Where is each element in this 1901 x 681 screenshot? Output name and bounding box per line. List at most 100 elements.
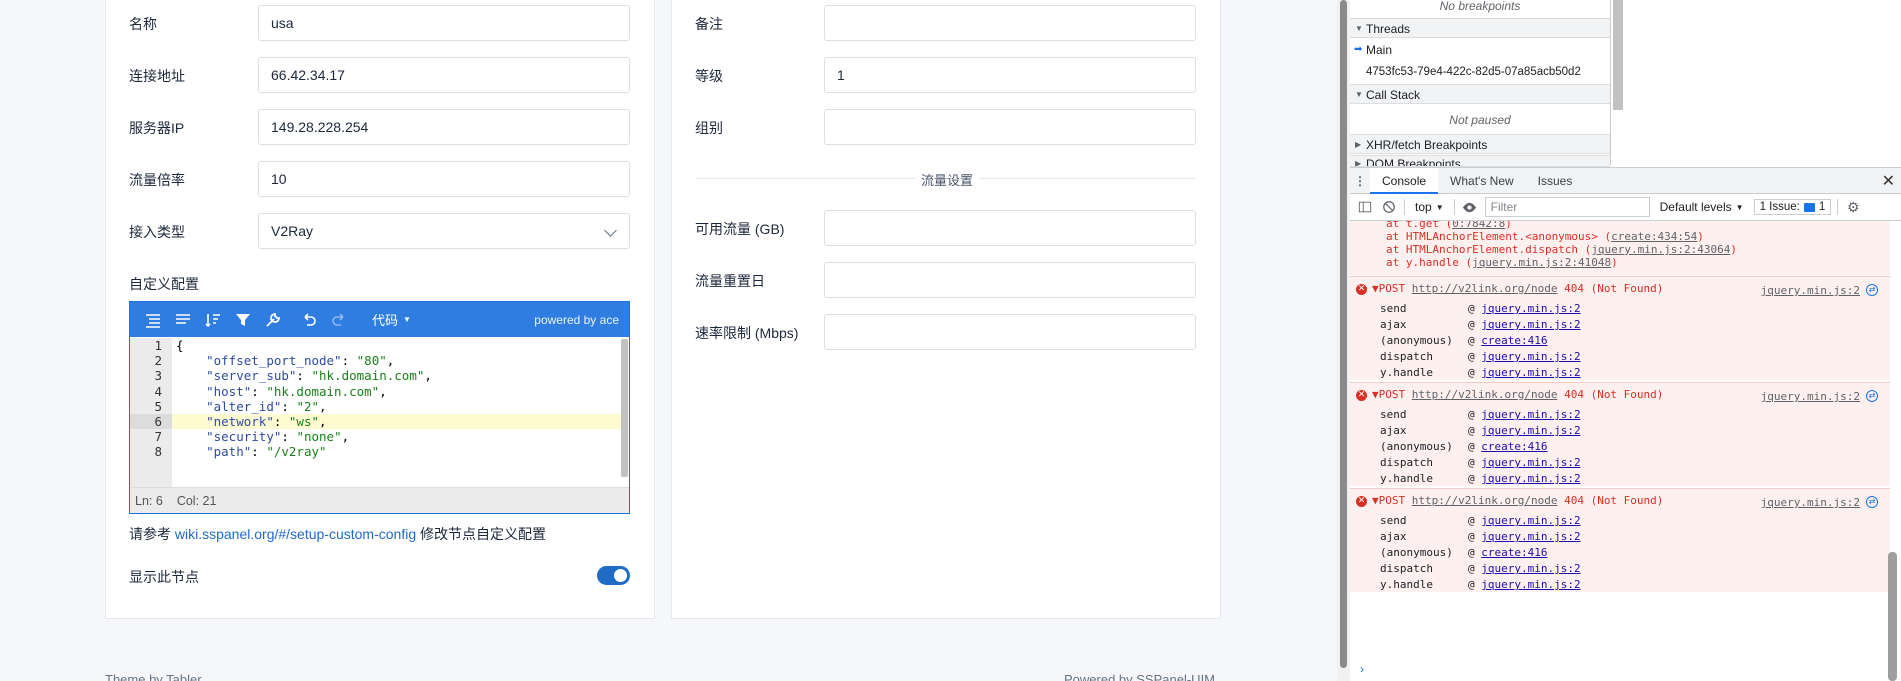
stack-link[interactable]: jquery.min.js:2:41048 [1472, 256, 1611, 269]
issues-counter[interactable]: 1 Issue: 1 [1753, 199, 1832, 215]
message-source-link[interactable]: jquery.min.js:2 [1761, 496, 1860, 509]
dom-breakpoints-section[interactable]: ▶ DOM Breakpoints [1350, 155, 1610, 167]
debugger-scrollbar[interactable] [1613, 0, 1623, 110]
group-input[interactable] [824, 109, 1196, 145]
console-scrollbar[interactable] [1888, 552, 1897, 681]
tab-whats-new[interactable]: What's New [1438, 168, 1526, 194]
page-scrollbar-thumb[interactable] [1340, 0, 1347, 668]
repair-wrench-icon[interactable] [258, 302, 288, 337]
frame-source-link[interactable]: jquery.min.js:2 [1481, 350, 1580, 363]
frame-source-link[interactable]: create:416 [1481, 546, 1547, 559]
code-line[interactable]: 2 "offset_port_node": "80", [130, 353, 621, 368]
traffic-rate-input[interactable]: 10 [258, 161, 630, 197]
frame-source-link[interactable]: create:416 [1481, 440, 1547, 453]
access-type-select[interactable]: V2Ray [258, 213, 630, 249]
tab-console[interactable]: Console [1370, 167, 1439, 194]
network-request-icon[interactable]: ⇄ [1866, 390, 1878, 402]
sort-icon[interactable] [198, 302, 228, 337]
xhr-breakpoints-section[interactable]: ▶ XHR/fetch Breakpoints [1350, 134, 1610, 154]
code-line[interactable]: 3 "server_sub": "hk.domain.com", [130, 368, 621, 383]
code-line[interactable]: 8 "path": "/v2ray" [130, 444, 621, 459]
code-line[interactable]: 6 "network": "ws", [130, 414, 621, 429]
console-prompt-chevron-icon[interactable]: › [1360, 662, 1364, 676]
more-vert-icon[interactable]: ⋮ [1350, 174, 1370, 188]
error-header[interactable]: ▼POST http://v2link.org/node 404 (Not Fo… [1372, 494, 1663, 508]
code-line[interactable]: 1{ [130, 338, 621, 353]
available-traffic-input[interactable] [824, 210, 1196, 246]
devtools-panel: No breakpoints ▼ Threads ➡ Main 4753fc53… [1350, 0, 1901, 681]
remark-input[interactable] [824, 5, 1196, 41]
frame-source-link[interactable]: jquery.min.js:2 [1481, 456, 1580, 469]
gear-icon[interactable]: ⚙ [1844, 198, 1862, 216]
powered-by-ace: powered by ace [534, 312, 619, 327]
frame-source-link[interactable]: jquery.min.js:2 [1481, 424, 1580, 437]
sidebar-toggle-icon[interactable] [1356, 198, 1374, 216]
frame-source-link[interactable]: jquery.min.js:2 [1481, 318, 1580, 331]
frame-source-link[interactable]: create:416 [1481, 334, 1547, 347]
worker-thread[interactable]: 4753fc53-79e4-422c-82d5-07a85acb50d2 [1350, 62, 1610, 82]
compact-icon[interactable] [168, 302, 198, 337]
triangle-right-icon: ▶ [1355, 140, 1362, 149]
call-stack-section[interactable]: ▼ Call Stack [1350, 84, 1610, 104]
code-line[interactable]: 4 "host": "hk.domain.com", [130, 384, 621, 399]
log-levels-dropdown[interactable]: Default levels ▼ [1656, 200, 1748, 214]
threads-section[interactable]: ▼ Threads [1350, 18, 1610, 38]
mode-dropdown[interactable]: 代码 ▼ [372, 310, 411, 329]
request-url[interactable]: http://v2link.org/node [1412, 282, 1558, 295]
level-input[interactable]: 1 [824, 57, 1196, 93]
tab-issues[interactable]: Issues [1526, 168, 1585, 194]
message-source-link[interactable]: jquery.min.js:2 [1761, 390, 1860, 403]
error-header[interactable]: ▼POST http://v2link.org/node 404 (Not Fo… [1372, 282, 1663, 296]
code-line[interactable]: 7 "security": "none", [130, 429, 621, 444]
stack-link[interactable]: create:434:54 [1611, 230, 1697, 243]
close-icon[interactable]: ✕ [1882, 171, 1895, 191]
http-method: POST [1378, 494, 1406, 507]
main-thread[interactable]: ➡ Main [1350, 40, 1610, 60]
code-key: "network" [206, 414, 274, 429]
code-text: "network": "ws", [206, 414, 327, 429]
eye-icon[interactable] [1461, 198, 1479, 216]
stack-frame: send @ jquery.min.js:2 [1380, 408, 1581, 421]
custom-config-editor[interactable]: 代码 ▼ powered by ace 1{2 "offset_port_nod… [129, 301, 630, 514]
format-icon[interactable] [138, 302, 168, 337]
footer-theme[interactable]: Theme by Tabler [105, 672, 202, 681]
stack-link[interactable]: jquery.min.js:2:43064 [1591, 243, 1730, 256]
help-link[interactable]: wiki.sspanel.org/#/setup-custom-config [175, 526, 416, 542]
redo-icon[interactable] [324, 302, 354, 337]
frame-source-link[interactable]: jquery.min.js:2 [1481, 562, 1580, 575]
context-selector[interactable]: top ▼ [1411, 200, 1448, 214]
not-paused-text: Not paused [1449, 113, 1511, 127]
console-error-message: ✕ ▼POST http://v2link.org/node 404 (Not F… [1350, 276, 1890, 380]
error-header[interactable]: ▼POST http://v2link.org/node 404 (Not Fo… [1372, 388, 1663, 402]
frame-source-link[interactable]: jquery.min.js:2 [1481, 530, 1580, 543]
address-input[interactable]: 66.42.34.17 [258, 57, 630, 93]
stack-link[interactable]: 0:7842:8 [1452, 221, 1505, 230]
request-url[interactable]: http://v2link.org/node [1412, 494, 1558, 507]
editor-scrollbar[interactable] [621, 339, 628, 477]
filter-input[interactable]: Filter [1484, 197, 1650, 217]
editor-code-area[interactable]: 1{2 "offset_port_node": "80", 3 "server_s… [130, 338, 629, 488]
rate-limit-input[interactable] [824, 314, 1196, 350]
code-line[interactable]: 5 "alter_id": "2", [130, 399, 621, 414]
traffic-reset-day-input[interactable] [824, 262, 1196, 298]
footer-powered[interactable]: Powered by SSPanel-UIM [1064, 672, 1215, 681]
show-node-toggle[interactable] [597, 566, 630, 585]
request-url[interactable]: http://v2link.org/node [1412, 388, 1558, 401]
main-thread-label: Main [1366, 43, 1393, 57]
server-ip-input[interactable]: 149.28.228.254 [258, 109, 630, 145]
frame-source-link[interactable]: jquery.min.js:2 [1481, 472, 1580, 485]
frame-source-link[interactable]: jquery.min.js:2 [1481, 408, 1580, 421]
frame-source-link[interactable]: jquery.min.js:2 [1481, 514, 1580, 527]
frame-source-link[interactable]: jquery.min.js:2 [1481, 578, 1580, 591]
message-source-link[interactable]: jquery.min.js:2 [1761, 284, 1860, 297]
call-stack-title: Call Stack [1366, 88, 1421, 102]
frame-source-link[interactable]: jquery.min.js:2 [1481, 366, 1580, 379]
clear-console-icon[interactable] [1380, 198, 1398, 216]
frame-function: (anonymous) [1380, 546, 1453, 559]
network-request-icon[interactable]: ⇄ [1866, 496, 1878, 508]
filter-icon[interactable] [228, 302, 258, 337]
undo-icon[interactable] [294, 302, 324, 337]
name-input[interactable]: usa [258, 5, 630, 41]
network-request-icon[interactable]: ⇄ [1866, 284, 1878, 296]
frame-source-link[interactable]: jquery.min.js:2 [1481, 302, 1580, 315]
